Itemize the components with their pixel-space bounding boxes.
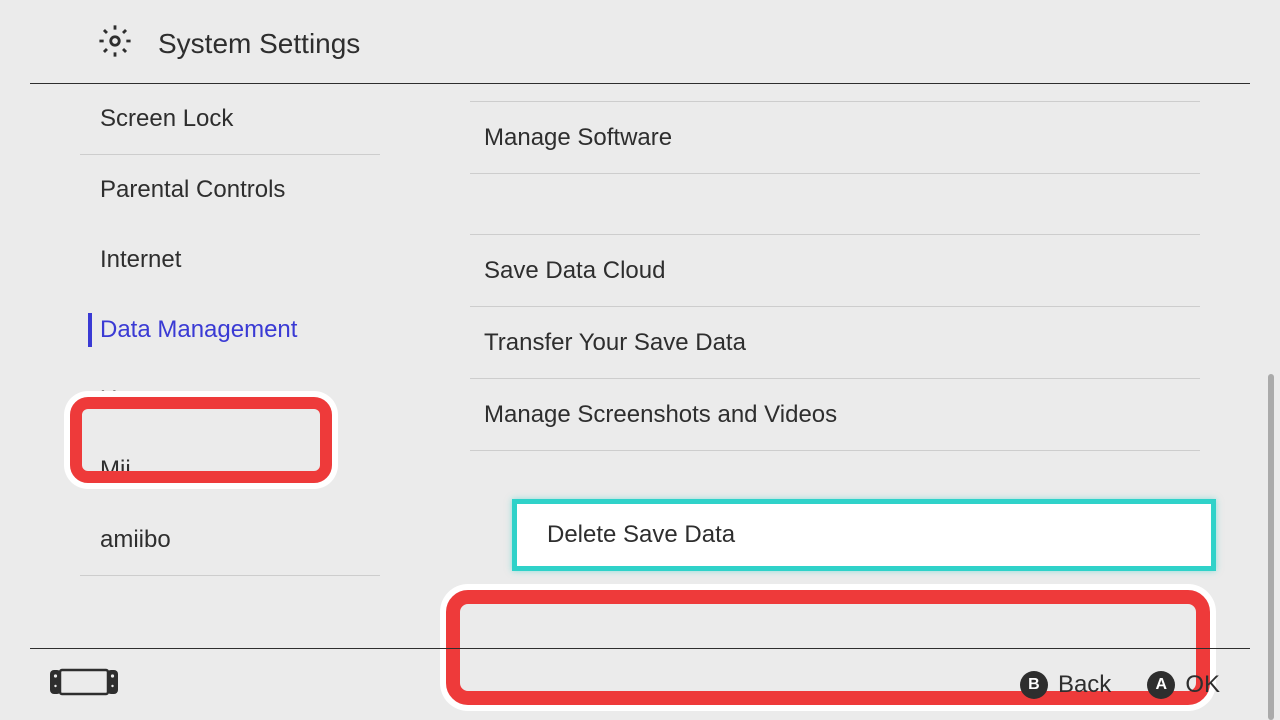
sidebar-item-screen-lock[interactable]: Screen Lock [0, 84, 412, 154]
main-item-label: Transfer Your Save Data [484, 329, 746, 357]
spacer [470, 174, 1200, 234]
sidebar-item-label: Screen Lock [100, 105, 233, 133]
b-button-icon: B [1020, 671, 1048, 699]
sidebar-item-label: Mii [100, 456, 131, 484]
sidebar-item-label: Internet [100, 246, 181, 274]
sidebar: Screen Lock Parental Controls Internet D… [0, 84, 412, 644]
sidebar-item-users[interactable]: Users [0, 365, 412, 435]
sidebar-item-internet[interactable]: Internet [0, 225, 412, 295]
page-header: System Settings [30, 0, 1250, 84]
sidebar-item-data-management[interactable]: Data Management [0, 295, 412, 365]
divider [80, 575, 380, 576]
page-title: System Settings [158, 28, 360, 60]
a-button-icon: A [1147, 671, 1175, 699]
main-item-save-data-cloud[interactable]: Save Data Cloud [470, 235, 1200, 306]
main-item-label: Delete Save Data [547, 521, 735, 549]
controller-icon [50, 668, 118, 701]
main-item-transfer-save-data[interactable]: Transfer Your Save Data [470, 307, 1200, 378]
sidebar-item-mii[interactable]: Mii [0, 435, 412, 505]
back-button[interactable]: B Back [1020, 671, 1111, 699]
sidebar-item-amiibo[interactable]: amiibo [0, 505, 412, 575]
gear-icon [98, 24, 158, 63]
button-label: Back [1058, 671, 1111, 699]
scrollbar[interactable] [1268, 374, 1274, 720]
sidebar-item-label: Parental Controls [100, 176, 285, 204]
main-item-manage-screenshots[interactable]: Manage Screenshots and Videos [470, 379, 1200, 450]
sidebar-item-label: amiibo [100, 526, 171, 554]
main-item-label: Manage Screenshots and Videos [484, 401, 837, 429]
main-item-label: Save Data Cloud [484, 257, 665, 285]
sidebar-item-label: Users [100, 386, 163, 414]
sidebar-item-parental-controls[interactable]: Parental Controls [0, 155, 412, 225]
footer: B Back A OK [30, 648, 1250, 720]
main-panel: Manage Software Save Data Cloud Transfer… [412, 84, 1280, 644]
main-item-label: Manage Software [484, 124, 672, 152]
main-item-delete-save-data[interactable]: Delete Save Data [512, 499, 1216, 571]
divider [470, 450, 1200, 451]
button-label: OK [1185, 671, 1220, 699]
main-item-delete-save-data-wrap: Delete Save Data [512, 499, 1216, 571]
sidebar-item-label: Data Management [100, 316, 297, 344]
main-item-manage-software[interactable]: Manage Software [470, 102, 1200, 173]
footer-buttons: B Back A OK [1020, 671, 1220, 699]
main-list: Manage Software Save Data Cloud Transfer… [412, 101, 1200, 571]
ok-button[interactable]: A OK [1147, 671, 1220, 699]
content-area: Screen Lock Parental Controls Internet D… [0, 84, 1280, 644]
